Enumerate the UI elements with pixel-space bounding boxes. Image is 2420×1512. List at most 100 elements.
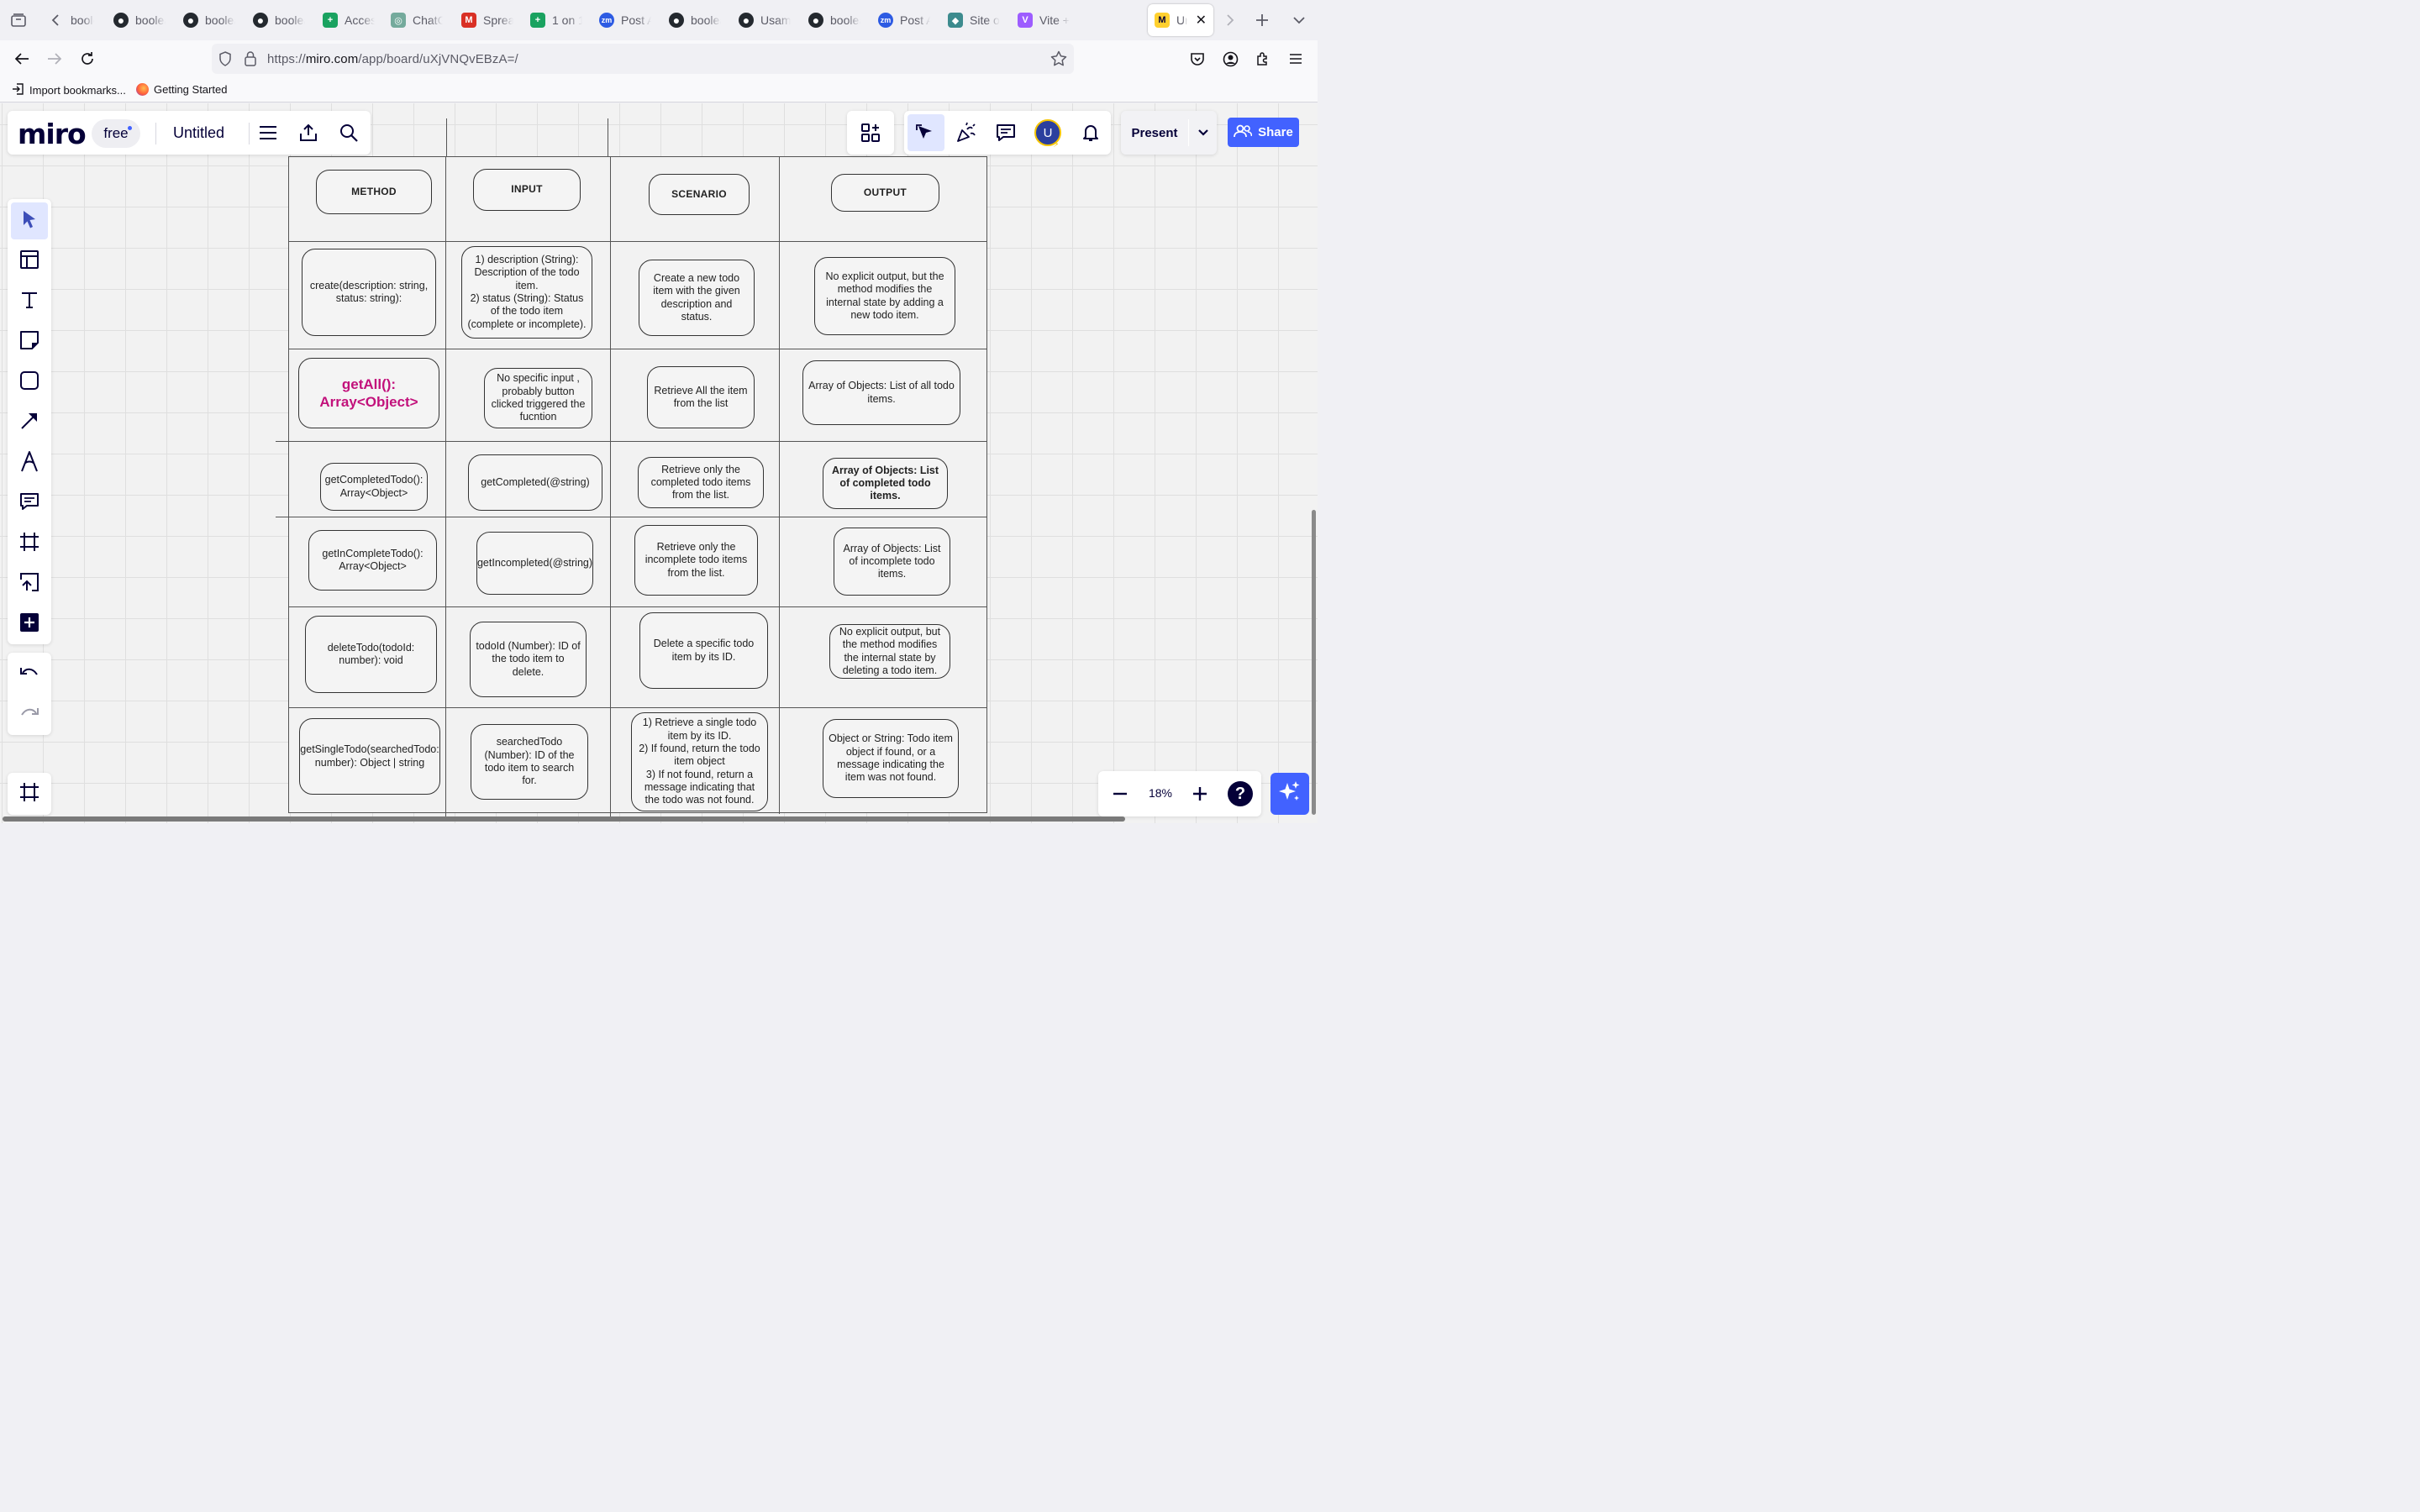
new-tab-icon[interactable] — [1252, 10, 1272, 30]
zoom-in-icon[interactable] — [1188, 782, 1212, 806]
comment-tool[interactable] — [11, 485, 48, 522]
header-scenario[interactable]: SCENARIO — [649, 174, 750, 215]
cell-input-getsingle[interactable]: searchedTodo (Number): ID of the todo it… — [471, 724, 588, 800]
present-options-chevron-icon[interactable] — [1192, 121, 1215, 144]
cell-input-create[interactable]: 1) description (String): Description of … — [461, 246, 592, 339]
cell-scenario-delete[interactable]: Delete a specific todo item by its ID. — [639, 612, 768, 689]
cell-output-getall[interactable]: Array of Objects: List of all todo items… — [802, 360, 960, 425]
horizontal-scrollbar[interactable] — [3, 816, 1125, 822]
cell-scenario-getall[interactable]: Retrieve All the item from the list — [647, 366, 755, 428]
browser-tab[interactable]: V Vite + — [1016, 4, 1076, 36]
redo-button[interactable] — [11, 696, 48, 733]
browser-tab[interactable]: ◆ Site o — [946, 4, 1007, 36]
back-icon[interactable] — [12, 49, 32, 69]
browser-tab[interactable]: M Spreadsheet — [460, 4, 520, 36]
comments-icon[interactable] — [994, 121, 1018, 144]
cell-output-delete[interactable]: No explicit output, but the method modif… — [829, 624, 950, 679]
help-icon[interactable]: ? — [1228, 781, 1253, 806]
browser-tab[interactable]: boolean — [69, 4, 94, 36]
cell-input-getall[interactable]: No specific input , probably button clic… — [484, 368, 592, 428]
app-menu-icon[interactable] — [1286, 49, 1306, 69]
cursor-follow-icon[interactable] — [908, 114, 944, 151]
cell-method-getcompleted[interactable]: getCompletedTodo(): Array<Object> — [320, 463, 428, 511]
browser-tab[interactable]: zm Post A — [597, 4, 658, 36]
cell-method-getsingle[interactable]: getSingleTodo(searchedTodo: number): Obj… — [299, 718, 440, 795]
cell-method-create[interactable]: create(description: string, status: stri… — [302, 249, 436, 336]
browser-tab[interactable]: ◎ ChatGPT — [389, 4, 450, 36]
zoom-level[interactable]: 18% — [1144, 786, 1177, 800]
browser-tab[interactable]: + Access — [321, 4, 381, 36]
cell-method-getincomplete[interactable]: getInCompleteTodo(): Array<Object> — [308, 530, 437, 591]
lock-icon[interactable] — [244, 50, 257, 70]
cell-input-getincomplete[interactable]: getIncompleted(@string) — [476, 532, 593, 595]
zoom-out-icon[interactable] — [1108, 782, 1132, 806]
address-bar[interactable]: https://miro.com/app/board/uXjVNQvEBzA=/ — [212, 44, 1074, 74]
header-output[interactable]: OUTPUT — [831, 174, 939, 212]
tab-overview-icon[interactable] — [8, 11, 29, 29]
vertical-scrollbar[interactable] — [1312, 510, 1316, 815]
browser-tab[interactable]: ● boolean — [112, 4, 172, 36]
export-icon[interactable] — [297, 121, 320, 144]
account-icon[interactable] — [1220, 49, 1240, 69]
cell-output-getcompleted[interactable]: Array of Objects: List of completed todo… — [823, 458, 948, 509]
github-icon: ● — [669, 13, 684, 28]
browser-tab[interactable]: +1 on 1 — [529, 4, 589, 36]
scroll-tabs-left-icon[interactable] — [46, 10, 65, 30]
cell-input-getcompleted[interactable]: getCompleted(@string) — [468, 454, 602, 511]
connection-line-tool[interactable] — [11, 404, 48, 441]
templates-tool[interactable] — [11, 243, 48, 280]
header-input[interactable]: INPUT — [473, 169, 581, 211]
sticky-note-tool[interactable] — [11, 323, 48, 360]
shapes-tool[interactable] — [11, 364, 48, 401]
select-tool[interactable] — [11, 202, 48, 239]
browser-tab[interactable]: ● boolean — [182, 4, 242, 36]
list-all-tabs-icon[interactable] — [1289, 10, 1309, 30]
shield-icon[interactable] — [218, 51, 232, 70]
notifications-bell-icon[interactable] — [1079, 121, 1102, 144]
bookmark-star-icon[interactable] — [1050, 50, 1067, 70]
cell-output-getincomplete[interactable]: Array of Objects: List of incomplete tod… — [834, 528, 950, 596]
apps-icon[interactable] — [859, 121, 882, 144]
cell-method-delete[interactable]: deleteTodo(todoId: number): void — [305, 616, 437, 693]
board-title[interactable]: Untitled — [173, 124, 224, 142]
extensions-icon[interactable] — [1253, 49, 1273, 69]
share-button[interactable]: Share — [1228, 118, 1299, 147]
cell-method-getall[interactable]: getAll(): Array<Object> — [298, 358, 439, 428]
forward-icon[interactable] — [45, 49, 65, 69]
pocket-icon[interactable] — [1187, 49, 1207, 69]
header-method[interactable]: METHOD — [316, 170, 432, 214]
plan-badge[interactable]: free — [92, 119, 140, 148]
board-canvas[interactable]: METHOD INPUT SCENARIO OUTPUT create(desc… — [0, 103, 1318, 823]
bookmark-import[interactable]: Import bookmarks... — [12, 83, 126, 97]
search-icon[interactable] — [337, 121, 360, 144]
browser-tab[interactable]: ● boolean — [667, 4, 728, 36]
undo-button[interactable] — [11, 656, 48, 693]
browser-tab[interactable]: ● Usama — [737, 4, 797, 36]
miro-logo[interactable]: miro — [18, 118, 87, 150]
browser-tab[interactable]: zm Post A — [876, 4, 937, 36]
more-apps-tool[interactable] — [11, 606, 48, 643]
cell-scenario-getsingle[interactable]: 1) Retrieve a single todo item by its ID… — [631, 712, 768, 811]
cell-scenario-create[interactable]: Create a new todo item with the given de… — [639, 260, 755, 336]
present-button[interactable]: Present — [1121, 111, 1188, 155]
close-tab-icon[interactable]: ✕ — [1196, 12, 1207, 29]
cell-output-create[interactable]: No explicit output, but the method modif… — [814, 257, 955, 335]
menu-icon[interactable] — [256, 121, 280, 144]
frame-tool[interactable] — [11, 525, 48, 562]
cell-scenario-getcompleted[interactable]: Retrieve only the completed todo items f… — [638, 457, 764, 508]
upload-tool[interactable] — [11, 565, 48, 602]
browser-tab[interactable]: ● boolean — [807, 4, 867, 36]
bookmark-getting-started[interactable]: Getting Started — [136, 83, 227, 96]
text-tool[interactable] — [11, 283, 48, 320]
cell-input-delete[interactable]: todoId (Number): ID of the todo item to … — [470, 622, 587, 697]
frames-list-button[interactable] — [11, 775, 48, 812]
pen-tool[interactable] — [11, 444, 48, 481]
reload-icon[interactable] — [77, 49, 97, 69]
tab-active[interactable]: M Untitled ✕ — [1148, 4, 1213, 36]
cell-output-getsingle[interactable]: Object or String: Todo item object if fo… — [823, 719, 959, 798]
browser-tab[interactable]: ● boolean — [251, 4, 312, 36]
ai-assist-button[interactable] — [1270, 773, 1309, 815]
cell-scenario-getincomplete[interactable]: Retrieve only the incomplete todo items … — [634, 525, 758, 596]
scroll-tabs-right-icon[interactable] — [1222, 10, 1239, 30]
reactions-icon[interactable] — [955, 121, 978, 144]
